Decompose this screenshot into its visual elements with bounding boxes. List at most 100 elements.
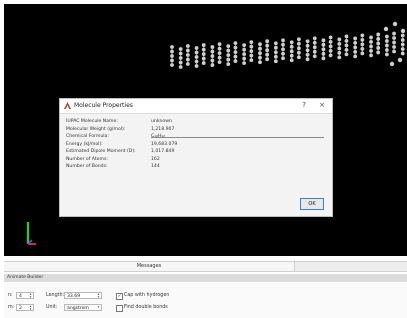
atom[interactable] bbox=[217, 42, 222, 47]
atom[interactable] bbox=[312, 40, 317, 45]
atom[interactable] bbox=[178, 47, 183, 51]
atom[interactable] bbox=[281, 47, 285, 52]
atom[interactable] bbox=[369, 44, 373, 49]
atom[interactable] bbox=[249, 58, 254, 63]
atom[interactable] bbox=[400, 51, 405, 56]
spin-arrows-icon[interactable]: ▴ ▾ bbox=[28, 292, 33, 298]
atom[interactable] bbox=[328, 53, 333, 58]
atom[interactable] bbox=[360, 51, 365, 56]
atom[interactable] bbox=[369, 40, 373, 44]
atom[interactable] bbox=[305, 43, 310, 48]
dialog-titlebar[interactable]: Molecule Properties ? × bbox=[60, 99, 332, 114]
atom[interactable] bbox=[242, 52, 247, 57]
messages-tab[interactable]: Messages bbox=[4, 262, 295, 271]
atom[interactable] bbox=[397, 57, 403, 63]
atom[interactable] bbox=[360, 47, 365, 51]
atom[interactable] bbox=[392, 49, 396, 54]
atom[interactable] bbox=[258, 51, 262, 56]
atom[interactable] bbox=[194, 64, 199, 68]
atom[interactable] bbox=[265, 39, 270, 44]
atom[interactable] bbox=[400, 33, 405, 38]
atom[interactable] bbox=[185, 48, 190, 53]
atom[interactable] bbox=[242, 47, 247, 52]
atom[interactable] bbox=[344, 52, 349, 57]
help-button[interactable]: ? bbox=[302, 101, 306, 109]
atom[interactable] bbox=[321, 47, 326, 52]
cap-hydrogen-checkbox[interactable]: ✓ bbox=[116, 293, 123, 300]
atom[interactable] bbox=[400, 28, 406, 34]
spin-arrows-icon[interactable]: ▴ ▾ bbox=[96, 292, 101, 298]
atom[interactable] bbox=[233, 41, 238, 46]
atom[interactable] bbox=[273, 59, 278, 64]
atom[interactable] bbox=[305, 48, 310, 53]
ok-button[interactable]: OK bbox=[300, 198, 324, 210]
atom[interactable] bbox=[178, 51, 183, 56]
atom[interactable] bbox=[369, 35, 373, 40]
atom[interactable] bbox=[296, 50, 301, 55]
atom[interactable] bbox=[265, 57, 270, 62]
atom[interactable] bbox=[312, 54, 317, 59]
atom[interactable] bbox=[328, 44, 333, 49]
atom[interactable] bbox=[360, 42, 365, 47]
atom[interactable] bbox=[353, 49, 358, 54]
atom[interactable] bbox=[344, 34, 349, 39]
atom[interactable] bbox=[321, 51, 326, 56]
atom[interactable] bbox=[392, 40, 396, 45]
atom[interactable] bbox=[281, 51, 285, 56]
atom[interactable] bbox=[201, 47, 206, 52]
atom[interactable] bbox=[305, 52, 310, 57]
atom[interactable] bbox=[210, 49, 215, 54]
atom[interactable] bbox=[185, 53, 190, 57]
atom[interactable] bbox=[273, 41, 278, 46]
atom[interactable] bbox=[178, 56, 183, 60]
atom[interactable] bbox=[321, 38, 326, 43]
atom[interactable] bbox=[353, 45, 358, 50]
atom[interactable] bbox=[312, 45, 317, 50]
molecule-viewport[interactable]: Molecule Properties ? × IUPAC Molecule N… bbox=[4, 4, 407, 256]
atom[interactable] bbox=[296, 41, 301, 46]
atom[interactable] bbox=[281, 38, 285, 43]
atom[interactable] bbox=[226, 48, 231, 53]
atom[interactable] bbox=[258, 42, 262, 47]
atom[interactable] bbox=[226, 57, 231, 62]
atom[interactable] bbox=[392, 45, 396, 49]
atom[interactable] bbox=[242, 43, 247, 48]
atom[interactable] bbox=[210, 63, 215, 67]
atom[interactable] bbox=[376, 41, 381, 46]
atom[interactable] bbox=[258, 55, 262, 60]
atom[interactable] bbox=[289, 44, 294, 49]
atom[interactable] bbox=[210, 54, 215, 58]
atom[interactable] bbox=[273, 50, 278, 55]
atom[interactable] bbox=[242, 61, 247, 66]
atom[interactable] bbox=[353, 40, 358, 45]
atom[interactable] bbox=[217, 51, 222, 56]
atom[interactable] bbox=[337, 55, 342, 60]
atom[interactable] bbox=[249, 53, 254, 58]
atom[interactable] bbox=[353, 54, 358, 59]
atom[interactable] bbox=[201, 43, 206, 47]
atom[interactable] bbox=[258, 60, 262, 65]
atom[interactable] bbox=[369, 53, 373, 58]
length-spinbox[interactable]: 33.69 ▴ ▾ bbox=[64, 292, 102, 299]
atom[interactable] bbox=[170, 54, 174, 58]
atom[interactable] bbox=[296, 46, 301, 51]
atom[interactable] bbox=[265, 52, 270, 57]
close-button[interactable]: × bbox=[319, 101, 325, 109]
atom[interactable] bbox=[360, 38, 365, 42]
atom[interactable] bbox=[194, 55, 199, 59]
atom[interactable] bbox=[400, 38, 405, 42]
atom[interactable] bbox=[384, 52, 389, 57]
atom[interactable] bbox=[201, 61, 206, 65]
atom[interactable] bbox=[392, 36, 396, 40]
atom[interactable] bbox=[296, 37, 301, 42]
atom[interactable] bbox=[337, 50, 342, 55]
atom[interactable] bbox=[289, 49, 294, 54]
atom[interactable] bbox=[242, 56, 247, 61]
atom[interactable] bbox=[249, 40, 254, 45]
atom[interactable] bbox=[321, 56, 326, 61]
atom[interactable] bbox=[384, 48, 389, 52]
atom[interactable] bbox=[194, 46, 199, 50]
atom[interactable] bbox=[226, 53, 231, 58]
atom[interactable] bbox=[194, 50, 199, 55]
atom[interactable] bbox=[400, 47, 405, 51]
